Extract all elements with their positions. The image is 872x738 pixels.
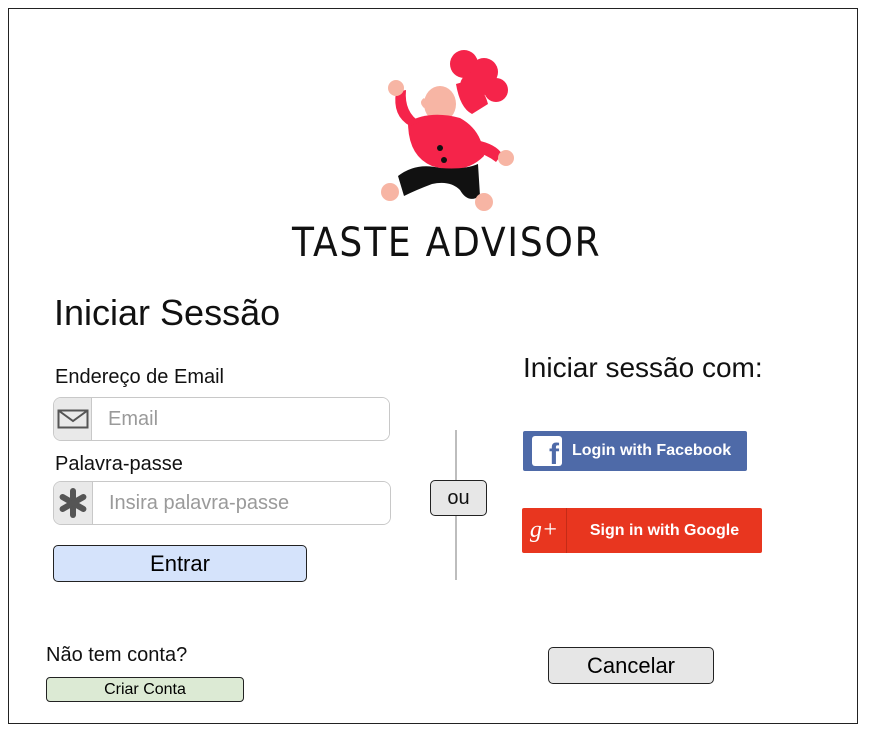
envelope-icon bbox=[54, 398, 92, 440]
google-plus-icon: g+ bbox=[522, 508, 567, 553]
social-login-title: Iniciar sessão com: bbox=[523, 352, 763, 383]
facebook-icon: f bbox=[532, 436, 562, 466]
chef-icon bbox=[381, 50, 514, 211]
brand-wordmark: TASTE ADVISOR bbox=[292, 220, 602, 266]
facebook-login-button[interactable]: f Login with Facebook bbox=[523, 431, 747, 471]
google-login-button[interactable]: g+ Sign in with Google bbox=[522, 508, 762, 553]
email-field-group bbox=[53, 397, 390, 441]
cancel-button[interactable]: Cancelar bbox=[548, 647, 714, 684]
asterisk-icon bbox=[54, 482, 93, 524]
password-label: Palavra-passe bbox=[55, 453, 183, 475]
page-title: Iniciar Sessão bbox=[54, 292, 281, 333]
google-login-label: Sign in with Google bbox=[589, 521, 740, 539]
or-separator: ou bbox=[430, 480, 487, 516]
create-account-button[interactable]: Criar Conta bbox=[46, 677, 244, 702]
login-submit-button[interactable]: Entrar bbox=[53, 545, 307, 582]
email-label: Endereço de Email bbox=[55, 366, 224, 388]
password-field-group bbox=[53, 481, 391, 525]
email-input[interactable] bbox=[92, 398, 389, 440]
no-account-text: Não tem conta? bbox=[46, 644, 188, 666]
facebook-login-label: Login with Facebook bbox=[572, 442, 732, 459]
password-input[interactable] bbox=[93, 482, 390, 524]
